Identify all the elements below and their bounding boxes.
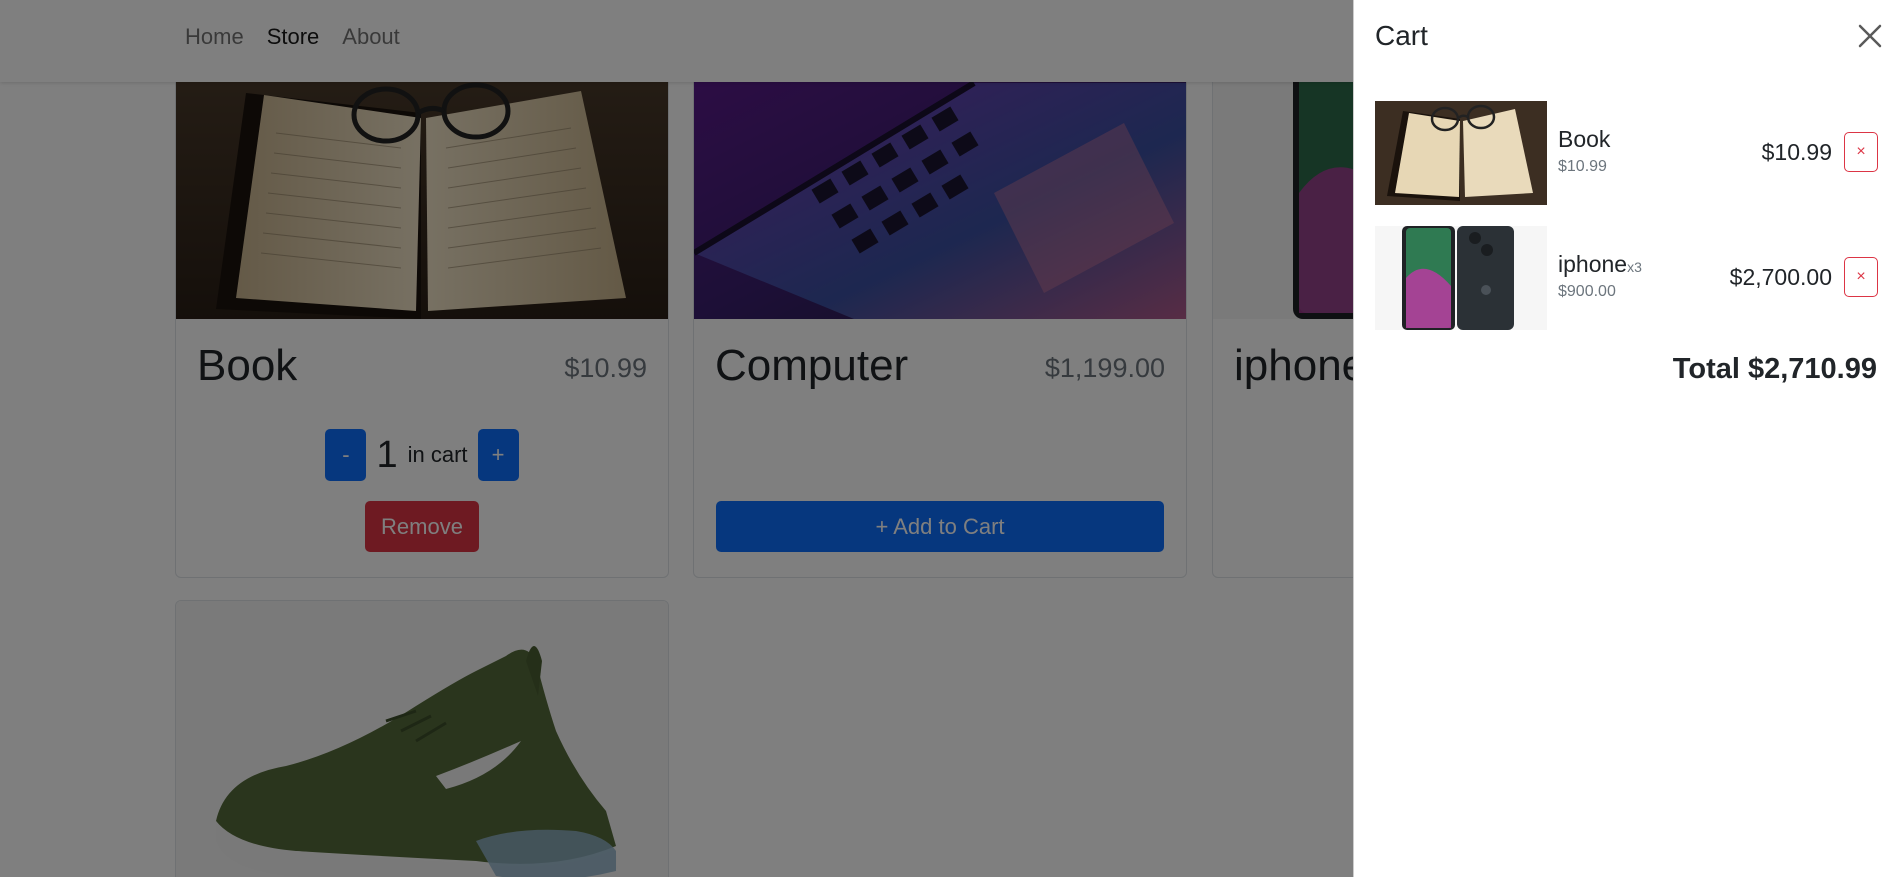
- cart-offcanvas: Cart Book $10.99 $10.99 × iphonex3 $900.…: [1353, 0, 1897, 877]
- cart-item-remove-button[interactable]: ×: [1844, 257, 1878, 297]
- offcanvas-backdrop[interactable]: [0, 0, 1353, 877]
- cart-item-total: $2,700.00: [1729, 264, 1832, 290]
- cart-item-quantity: x3: [1627, 259, 1642, 275]
- cart-item-book: Book $10.99 $10.99 ×: [1375, 101, 1878, 205]
- cart-total: Total $2,710.99: [1672, 353, 1877, 385]
- cart-item-total: $10.99: [1761, 139, 1832, 165]
- cart-item-image: [1375, 226, 1547, 330]
- cart-item-name-text: Book: [1558, 126, 1611, 152]
- cart-item-unit-price: $900.00: [1558, 283, 1616, 300]
- cart-item-name: iphonex3: [1558, 251, 1642, 278]
- cart-title: Cart: [1375, 20, 1428, 51]
- cart-item-remove-button[interactable]: ×: [1844, 132, 1878, 172]
- close-icon[interactable]: [1856, 22, 1884, 50]
- cart-item-name-text: iphone: [1558, 251, 1628, 277]
- cart-item-unit-price: $10.99: [1558, 158, 1607, 175]
- cart-item-iphone: iphonex3 $900.00 $2,700.00 ×: [1375, 226, 1878, 330]
- cart-item-image: [1375, 101, 1547, 205]
- cart-item-name: Book: [1558, 126, 1610, 153]
